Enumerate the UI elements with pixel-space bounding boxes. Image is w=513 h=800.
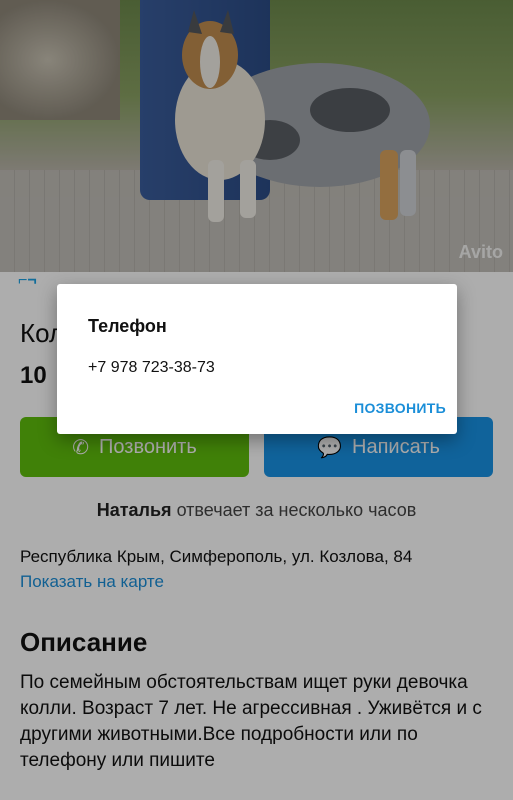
dialog-title: Телефон bbox=[88, 316, 167, 336]
phone-number: +7 978 723-38-73 bbox=[88, 359, 215, 376]
phone-dialog: Телефон +7 978 723-38-73 ПОЗВОНИТЬ bbox=[57, 284, 457, 434]
dialog-call-button[interactable]: ПОЗВОНИТЬ bbox=[354, 400, 446, 416]
